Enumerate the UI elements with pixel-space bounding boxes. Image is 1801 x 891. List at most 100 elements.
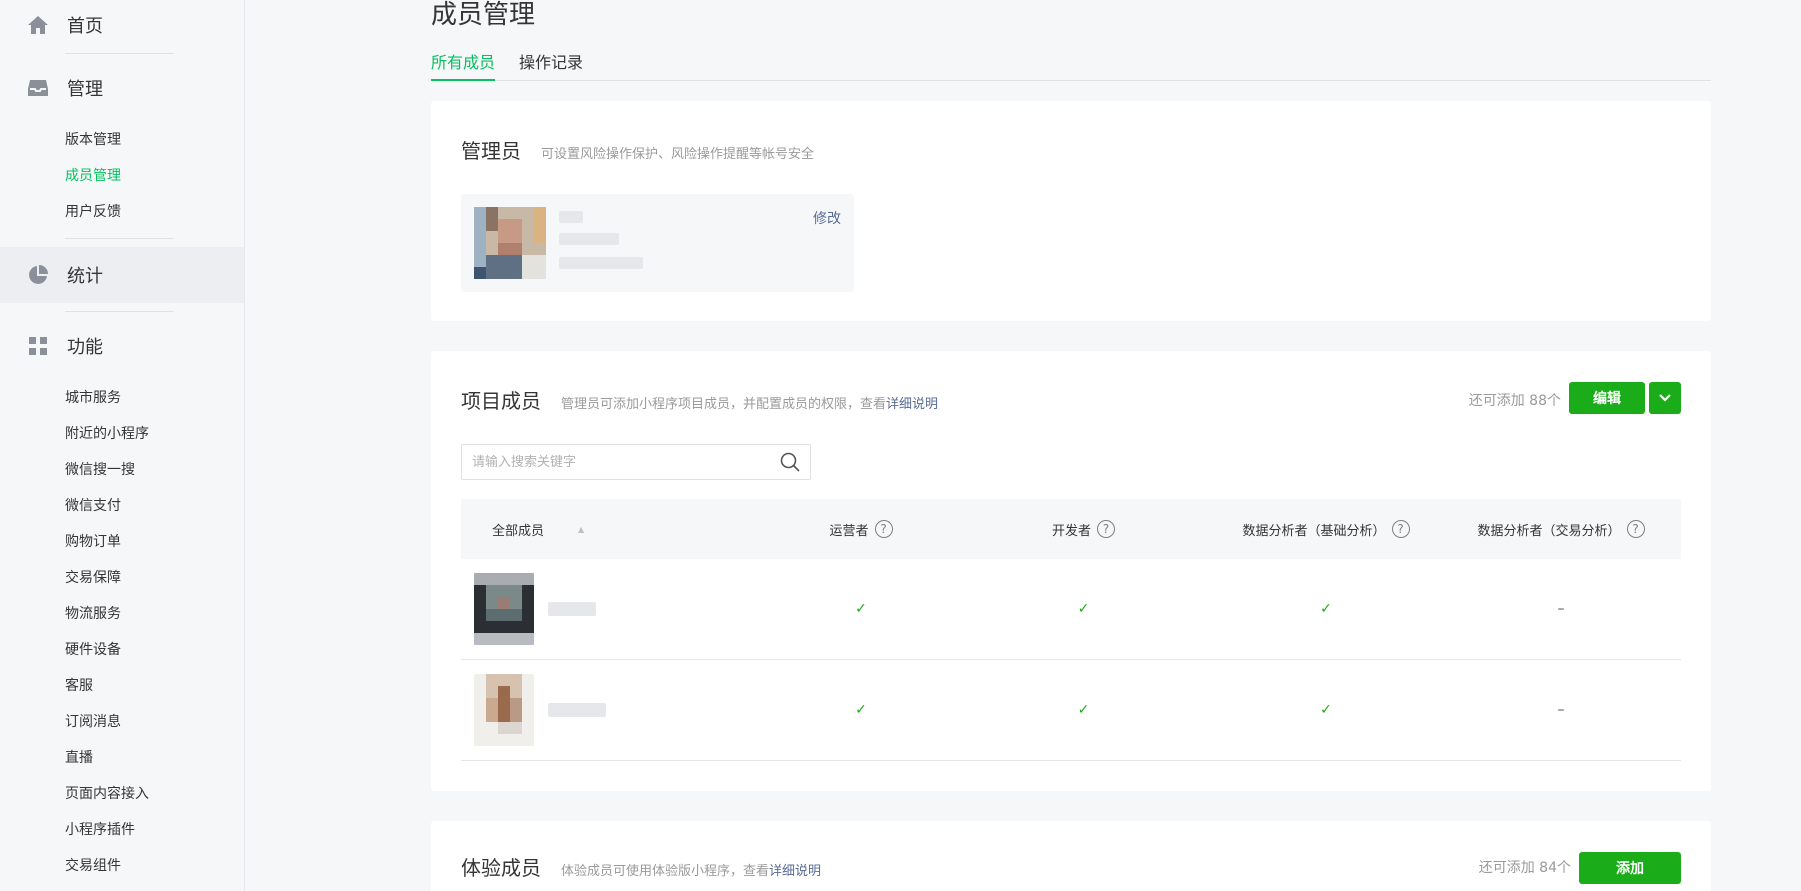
member-search xyxy=(461,444,811,480)
sidebar-item-feature[interactable]: 订阅消息 xyxy=(0,704,244,740)
sidebar-item-feedback[interactable]: 用户反馈 xyxy=(0,194,244,230)
sidebar-item-feature[interactable]: 客服 xyxy=(0,668,244,704)
project-members-card: 项目成员 管理员可添加小程序项目成员，并配置成员的权限，查看详细说明 还可添加 8… xyxy=(431,351,1711,791)
nav-home-label: 首页 xyxy=(67,16,103,37)
page-title: 成员管理 xyxy=(431,0,536,30)
help-icon[interactable]: ? xyxy=(874,520,893,538)
admin-contact xyxy=(559,257,643,269)
check-icon: ✓ xyxy=(1077,702,1090,718)
check-icon: ✓ xyxy=(1077,601,1090,617)
perm-analyst-basic: ✓ xyxy=(1211,601,1441,617)
features-submenu: 城市服务 附近的小程序 微信搜一搜 微信支付 购物订单 交易保障 物流服务 硬件… xyxy=(0,374,244,891)
help-icon[interactable]: ? xyxy=(1097,520,1115,538)
sidebar-item-feature[interactable]: 城市服务 xyxy=(0,380,244,416)
perm-analyst-trade: – xyxy=(1441,702,1681,718)
perm-developer: ✓ xyxy=(956,702,1211,718)
perm-analyst-basic: ✓ xyxy=(1211,702,1441,718)
col-all-members[interactable]: 全部成员 ▲ xyxy=(461,520,766,539)
nav-manage[interactable]: 管理 xyxy=(0,60,244,116)
avatar xyxy=(474,207,546,279)
sidebar-item-feature[interactable]: 购物订单 xyxy=(0,524,244,560)
admin-name xyxy=(559,211,583,223)
sidebar-item-feature[interactable]: 物流服务 xyxy=(0,596,244,632)
check-icon: ✓ xyxy=(1320,702,1332,718)
sidebar-item-feature[interactable]: 交易保障 xyxy=(0,560,244,596)
sidebar-item-feature[interactable]: 附近的小程序 xyxy=(0,416,244,452)
sidebar-item-feature[interactable]: 页面内容接入 xyxy=(0,776,244,812)
members-desc-text: 管理员可添加小程序项目成员，并配置成员的权限，查看 xyxy=(561,397,887,412)
sidebar-item-feature[interactable]: 小程序插件 xyxy=(0,812,244,848)
tab-bar: 所有成员 操作记录 xyxy=(431,48,1711,81)
col-operator-label: 运营者 xyxy=(829,523,869,539)
manage-submenu: 版本管理 成员管理 用户反馈 xyxy=(0,116,244,238)
sidebar-item-feature[interactable]: 直播 xyxy=(0,740,244,776)
check-icon: ✓ xyxy=(855,601,867,617)
admin-title: 管理员 xyxy=(461,139,521,163)
divider xyxy=(65,53,174,54)
perm-developer: ✓ xyxy=(956,601,1211,617)
members-title: 项目成员 xyxy=(461,389,541,413)
admin-card: 管理员 可设置风险操作保护、风险操作提醒等帐号安全 修改 xyxy=(431,101,1711,321)
members-title-row: 项目成员 管理员可添加小程序项目成员，并配置成员的权限，查看详细说明 xyxy=(461,385,938,414)
tab-operation-log[interactable]: 操作记录 xyxy=(519,48,583,81)
table-header: 全部成员 ▲ 运营者? 开发者? 数据分析者（基础分析）? 数据分析者（交易分析）… xyxy=(461,499,1681,559)
sidebar-item-feature[interactable]: 微信支付 xyxy=(0,488,244,524)
divider xyxy=(65,238,174,239)
nav-features-label: 功能 xyxy=(67,337,103,358)
avatar xyxy=(474,573,534,645)
help-icon[interactable]: ? xyxy=(1626,520,1645,538)
sidebar-item-feature[interactable]: 硬件设备 xyxy=(0,632,244,668)
trial-quota: 还可添加 84个 xyxy=(1478,860,1571,876)
sidebar: 首页 管理 版本管理 成员管理 用户反馈 统计 功能 城市服务 附近的小程序 微… xyxy=(0,0,245,891)
sidebar-item-feature[interactable]: 交易组件 xyxy=(0,848,244,884)
check-icon: ✓ xyxy=(855,702,867,718)
edit-members-button[interactable]: 编辑 xyxy=(1569,382,1645,414)
admin-wechat-id xyxy=(559,233,619,245)
admin-edit-link[interactable]: 修改 xyxy=(813,208,841,228)
nav-home[interactable]: 首页 xyxy=(0,0,244,53)
col-analyst-basic: 数据分析者（基础分析）? xyxy=(1211,520,1441,539)
member-name xyxy=(548,703,606,717)
trial-detail-link[interactable]: 详细说明 xyxy=(769,864,821,879)
trial-members-card: 体验成员 体验成员可使用体验版小程序，查看详细说明 还可添加 84个 添加 xyxy=(431,821,1711,891)
nav-manage-label: 管理 xyxy=(67,79,103,100)
members-quota: 还可添加 88个 xyxy=(1468,393,1561,409)
add-trial-member-button[interactable]: 添加 xyxy=(1579,852,1681,884)
nav-features[interactable]: 功能 xyxy=(0,318,244,374)
members-table: 全部成员 ▲ 运营者? 开发者? 数据分析者（基础分析）? 数据分析者（交易分析）… xyxy=(461,499,1681,761)
trial-desc: 体验成员可使用体验版小程序，查看详细说明 xyxy=(561,864,821,879)
sidebar-item-version[interactable]: 版本管理 xyxy=(0,122,244,158)
admin-desc: 可设置风险操作保护、风险操作提醒等帐号安全 xyxy=(541,147,815,162)
col-analyst-trade: 数据分析者（交易分析）? xyxy=(1441,520,1681,539)
table-row[interactable]: ✓ ✓ ✓ – xyxy=(461,559,1681,660)
dash-icon: – xyxy=(1557,702,1565,718)
member-cell xyxy=(461,674,766,746)
check-icon: ✓ xyxy=(1320,601,1332,617)
perm-operator: ✓ xyxy=(766,601,956,617)
col-analyst-trade-label: 数据分析者（交易分析） xyxy=(1477,523,1621,539)
sidebar-item-feature[interactable]: 微信搜一搜 xyxy=(0,452,244,488)
col-developer-label: 开发者 xyxy=(1051,523,1091,539)
edit-members-dropdown-button[interactable] xyxy=(1649,382,1681,414)
tab-all-members[interactable]: 所有成员 xyxy=(431,48,496,81)
perm-operator: ✓ xyxy=(766,702,956,718)
perm-analyst-trade: – xyxy=(1441,601,1681,617)
table-row[interactable]: ✓ ✓ ✓ – xyxy=(461,660,1681,761)
nav-stats-label: 统计 xyxy=(67,266,103,287)
grid-icon xyxy=(26,334,50,358)
pie-chart-icon xyxy=(26,263,50,287)
avatar xyxy=(474,674,534,746)
col-operator: 运营者? xyxy=(766,520,956,539)
member-cell xyxy=(461,573,766,645)
members-detail-link[interactable]: 详细说明 xyxy=(886,397,938,412)
admin-profile: 修改 xyxy=(461,194,854,292)
nav-stats[interactable]: 统计 xyxy=(0,247,244,303)
help-icon[interactable]: ? xyxy=(1391,520,1410,538)
home-icon xyxy=(26,13,50,37)
search-icon[interactable] xyxy=(780,452,800,472)
sidebar-item-members[interactable]: 成员管理 xyxy=(0,158,244,194)
trial-title-row: 体验成员 体验成员可使用体验版小程序，查看详细说明 xyxy=(461,852,821,881)
member-search-input[interactable] xyxy=(462,445,762,479)
trial-title: 体验成员 xyxy=(461,856,541,880)
chevron-down-icon xyxy=(1659,394,1671,402)
